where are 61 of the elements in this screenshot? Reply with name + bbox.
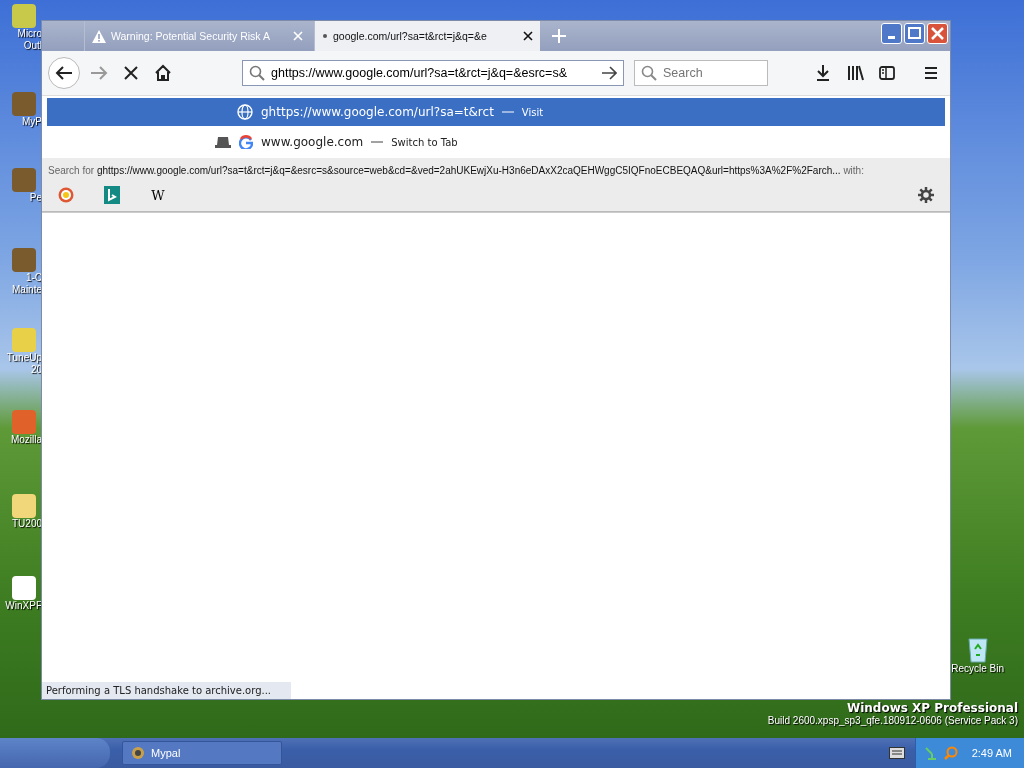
url-field[interactable]: ghttps://www.google.com/url?sa=t&rct=j&q=&esrc=s& <box>271 66 595 80</box>
settings-icon[interactable] <box>917 186 935 204</box>
google-g-icon <box>239 135 253 149</box>
status-text: Performing a TLS handshake to archive.org... <box>42 682 292 699</box>
close-button[interactable] <box>927 23 948 44</box>
icon-label: MyP <box>22 116 42 128</box>
dash-icon <box>501 110 514 114</box>
suggestion-action: Switch to Tab <box>391 136 458 148</box>
back-button[interactable] <box>48 57 80 89</box>
app-icon <box>131 746 145 760</box>
suggestion-action: Visit <box>521 106 544 118</box>
os-build-label: Build 2600.xpsp_sp3_qfe.180912-0606 (Service Pack 3) <box>767 715 1018 726</box>
back-arrow-icon <box>55 65 73 81</box>
icon-label: Pe <box>29 192 42 204</box>
go-arrow-icon[interactable] <box>601 66 617 80</box>
menu-icon[interactable] <box>922 64 940 82</box>
icon-label: Micro <box>17 28 42 40</box>
search-with-label: with: <box>843 165 864 176</box>
maximize-button[interactable] <box>904 23 925 44</box>
icon-label: 1-C <box>25 272 42 284</box>
search-icon <box>249 65 265 81</box>
bing-logo-icon[interactable] <box>104 186 120 204</box>
clock: 2:49 AM <box>971 747 1012 759</box>
tab-icon <box>215 136 231 148</box>
icon-label: TuneUp <box>6 352 42 364</box>
keyboard-icon[interactable] <box>888 747 905 759</box>
start-button[interactable] <box>0 738 110 768</box>
icon-label: Outl <box>23 40 42 52</box>
stop-icon[interactable] <box>122 64 140 82</box>
warning-icon <box>92 29 106 43</box>
taskbar-button[interactable]: Mypal <box>122 741 282 765</box>
home-icon[interactable] <box>154 64 172 82</box>
minimize-button[interactable] <box>881 23 902 44</box>
globe-icon <box>237 104 253 120</box>
search-query: ghttps://www.google.com/url?sa=t&rct=j&q=&esrc=s&source=web&cd=&ved=2ahUKEwjXu-H3n6eDAxX2caQEHWggC5IQFnoECBEQAQ&url=https%3A%2F%2Farch... <box>96 165 841 176</box>
recycle-bin-icon[interactable] <box>965 635 990 663</box>
icon-label: Mozilla <box>10 434 42 446</box>
url-bar[interactable]: ghttps://www.google.com/url?sa=t&rct=j&q=&esrc=s& <box>242 60 624 86</box>
os-edition-label: Windows XP Professional <box>846 701 1018 715</box>
browser-tab[interactable]: google.com/url?sa=t&rct=j&q=&e <box>314 21 540 51</box>
search-for-label: Search for <box>48 165 95 176</box>
forward-icon[interactable] <box>90 64 108 82</box>
close-icon[interactable] <box>523 31 533 41</box>
library-icon[interactable] <box>846 64 864 82</box>
search-bar[interactable]: Search <box>634 60 768 86</box>
icon-label: Recycle Bin <box>951 663 1004 675</box>
icon-label: Mainte <box>12 284 42 296</box>
download-icon[interactable] <box>814 64 832 82</box>
search-field[interactable]: Search <box>663 66 761 80</box>
minimize-icon <box>888 36 895 39</box>
search-icon <box>641 65 657 81</box>
dot-icon <box>322 33 328 39</box>
sidebar-icon[interactable] <box>878 64 896 82</box>
dash-icon <box>371 140 384 144</box>
icon-label: WinXPF <box>5 600 42 612</box>
plus-icon[interactable] <box>552 29 566 43</box>
suggestion-url: ghttps://www.google.com/url?sa=t&rct <box>261 105 494 119</box>
suggestion-row[interactable]: ghttps://www.google.com/url?sa=t&rct Visit <box>47 98 945 126</box>
wikipedia-logo[interactable]: W <box>148 185 168 205</box>
suggestion-url: www.google.com <box>261 135 364 149</box>
suggestion-row[interactable]: www.google.com Switch to Tab <box>47 128 945 156</box>
